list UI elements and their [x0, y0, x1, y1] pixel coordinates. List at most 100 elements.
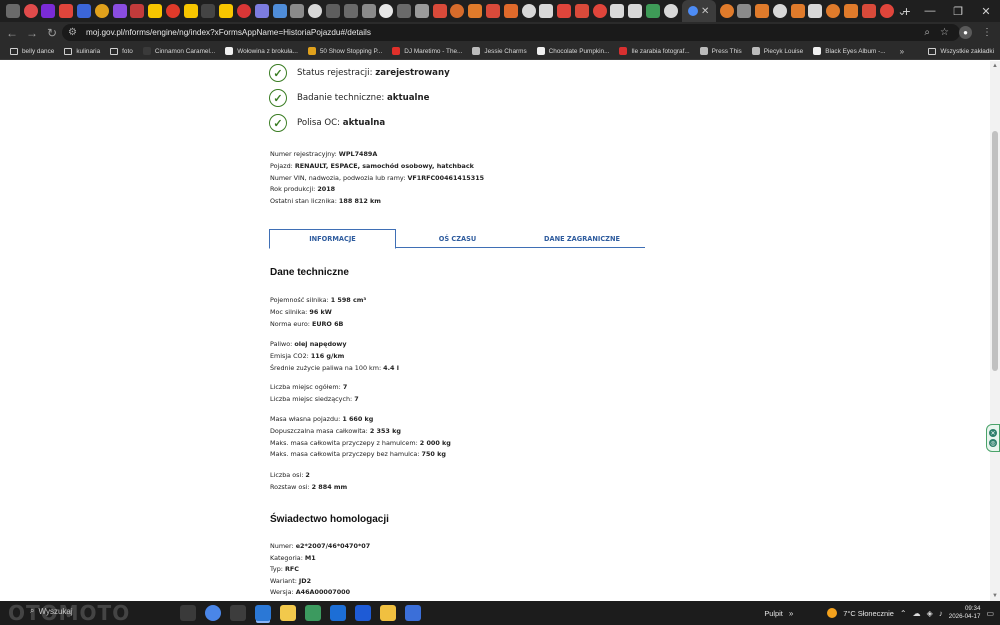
tab-favicon-icon[interactable]: [219, 4, 234, 18]
notification-icon[interactable]: ▭: [986, 609, 994, 618]
tab-favicon-icon[interactable]: [485, 4, 500, 18]
bookmark-item[interactable]: belly dance: [10, 47, 54, 55]
tab-favicon-icon[interactable]: [503, 4, 518, 18]
tab-favicon-icon[interactable]: [557, 4, 572, 18]
tab-favicon-icon[interactable]: [201, 4, 216, 18]
scrollbar-thumb[interactable]: [992, 131, 998, 371]
taskbar-app-icon[interactable]: [280, 605, 296, 621]
tab-favicon-icon[interactable]: [521, 4, 536, 18]
tab-favicon-icon[interactable]: [861, 4, 876, 18]
bookmark-item[interactable]: foto: [110, 47, 133, 55]
tab-favicon-icon[interactable]: [450, 4, 465, 18]
taskbar-app-icon[interactable]: [305, 605, 321, 621]
tab-favicon-icon[interactable]: [610, 4, 625, 18]
side-widget[interactable]: ✕ ◎: [986, 424, 1000, 452]
bookmark-item[interactable]: Black Eyes Album -...: [813, 47, 886, 55]
tab-favicon-icon[interactable]: [646, 4, 661, 18]
active-tab[interactable]: ✕: [681, 0, 716, 22]
close-window-button[interactable]: ✕: [972, 0, 1000, 22]
taskbar-app-icon[interactable]: [330, 605, 346, 621]
tab-favicon-icon[interactable]: [539, 4, 554, 18]
star-icon[interactable]: ☆: [940, 27, 949, 38]
tab-os-czasu[interactable]: OŚ CZASU: [396, 229, 519, 248]
scroll-up-icon[interactable]: ▲: [990, 63, 1000, 69]
tab-favicon-icon[interactable]: [77, 4, 92, 18]
profile-icon[interactable]: ●: [959, 26, 972, 39]
back-button[interactable]: ←: [2, 26, 22, 40]
scroll-down-icon[interactable]: ▼: [990, 593, 1000, 599]
search-icon[interactable]: ⌕: [924, 27, 930, 38]
clock[interactable]: 09:34 2026-04-17: [949, 605, 981, 621]
tab-favicon-icon[interactable]: [844, 4, 859, 18]
tab-favicon-icon[interactable]: [772, 4, 787, 18]
weather-text[interactable]: 7°C Słonecznie: [843, 609, 894, 618]
tab-favicon-icon[interactable]: [808, 4, 823, 18]
tab-favicon-icon[interactable]: [826, 4, 841, 18]
tab-favicon-icon[interactable]: [397, 4, 412, 18]
page-scrollbar[interactable]: ▲ ▼: [990, 61, 1000, 601]
menu-icon[interactable]: ⋮: [982, 27, 992, 38]
bookmark-item[interactable]: 50 Show Stopping P...: [307, 47, 382, 55]
bookmark-item[interactable]: Press This: [699, 47, 742, 55]
reload-button[interactable]: ↻: [42, 26, 62, 40]
tab-favicon-icon[interactable]: [325, 4, 340, 18]
taskbar-search[interactable]: ⌕ Wyszukaj: [30, 606, 73, 616]
desktop-label[interactable]: Pulpit: [764, 609, 783, 618]
tab-favicon-icon[interactable]: [592, 4, 607, 18]
tab-favicon-icon[interactable]: [94, 4, 109, 18]
tab-favicon-icon[interactable]: [165, 4, 180, 18]
more-bookmarks-button[interactable]: »: [900, 47, 904, 56]
bookmark-item[interactable]: Wołowina z brokuła...: [225, 47, 298, 55]
forward-button[interactable]: →: [22, 26, 42, 40]
tab-favicon-icon[interactable]: [755, 4, 770, 18]
tab-favicon-icon[interactable]: [628, 4, 643, 18]
tab-favicon-icon[interactable]: [737, 4, 752, 18]
tab-favicon-icon[interactable]: [290, 4, 305, 18]
chevron-right-icon[interactable]: »: [789, 609, 793, 618]
volume-icon[interactable]: ♪: [939, 609, 943, 618]
cloud-icon[interactable]: ☁: [913, 609, 921, 618]
tab-favicon-icon[interactable]: [414, 4, 429, 18]
bookmark-item[interactable]: Chocolate Pumpkin...: [536, 47, 609, 55]
tab-favicon-icon[interactable]: [379, 4, 394, 18]
widget-icon[interactable]: ◎: [989, 439, 997, 447]
tab-favicon-icon[interactable]: [23, 4, 38, 18]
tab-search-button[interactable]: ⌄: [888, 0, 916, 22]
taskbar-app-icon[interactable]: [180, 605, 196, 621]
bookmark-item[interactable]: Piecyk Louise: [751, 47, 803, 55]
tab-favicon-icon[interactable]: [432, 4, 447, 18]
bookmark-item[interactable]: kulinaria: [64, 47, 100, 55]
tab-dane-zagraniczne[interactable]: DANE ZAGRANICZNE: [519, 229, 645, 248]
tab-favicon-icon[interactable]: [272, 4, 287, 18]
taskbar-app-icon[interactable]: [255, 605, 271, 621]
tab-favicon-icon[interactable]: [361, 4, 376, 18]
tab-favicon-icon[interactable]: [719, 4, 734, 18]
taskbar-app-icon[interactable]: [205, 605, 221, 621]
tab-favicon-icon[interactable]: [148, 4, 163, 18]
bookmark-item[interactable]: Jessie Charms: [472, 47, 527, 55]
close-tab-icon[interactable]: ✕: [701, 6, 709, 17]
tab-favicon-icon[interactable]: [41, 4, 56, 18]
tab-favicon-icon[interactable]: [468, 4, 483, 18]
taskbar-app-icon[interactable]: [405, 605, 421, 621]
network-icon[interactable]: ◈: [927, 609, 933, 618]
tab-favicon-icon[interactable]: [343, 4, 358, 18]
site-info-icon[interactable]: ⚙: [68, 27, 80, 38]
all-bookmarks-button[interactable]: Wszystkie zakładki: [928, 43, 994, 60]
taskbar-app-icon[interactable]: [355, 605, 371, 621]
tab-favicon-icon[interactable]: [112, 4, 127, 18]
tab-favicon-icon[interactable]: [59, 4, 74, 18]
taskbar-app-icon[interactable]: [380, 605, 396, 621]
tab-favicon-icon[interactable]: [574, 4, 589, 18]
bookmark-item[interactable]: DJ Maretimo - The...: [392, 47, 462, 55]
tab-informacje[interactable]: INFORMACJE: [269, 229, 396, 249]
bookmark-item[interactable]: Cinnamon Caramel...: [142, 47, 215, 55]
maximize-button[interactable]: ❐: [944, 0, 972, 22]
close-widget-icon[interactable]: ✕: [989, 429, 997, 437]
tab-favicon-icon[interactable]: [237, 4, 252, 18]
bookmark-item[interactable]: Ile zarabia fotograf...: [619, 47, 690, 55]
minimize-button[interactable]: —: [916, 0, 944, 22]
tab-favicon-icon[interactable]: [663, 4, 678, 18]
url-text[interactable]: moj.gov.pl/nforms/engine/ng/index?xForms…: [86, 28, 371, 37]
tab-favicon-icon[interactable]: [790, 4, 805, 18]
